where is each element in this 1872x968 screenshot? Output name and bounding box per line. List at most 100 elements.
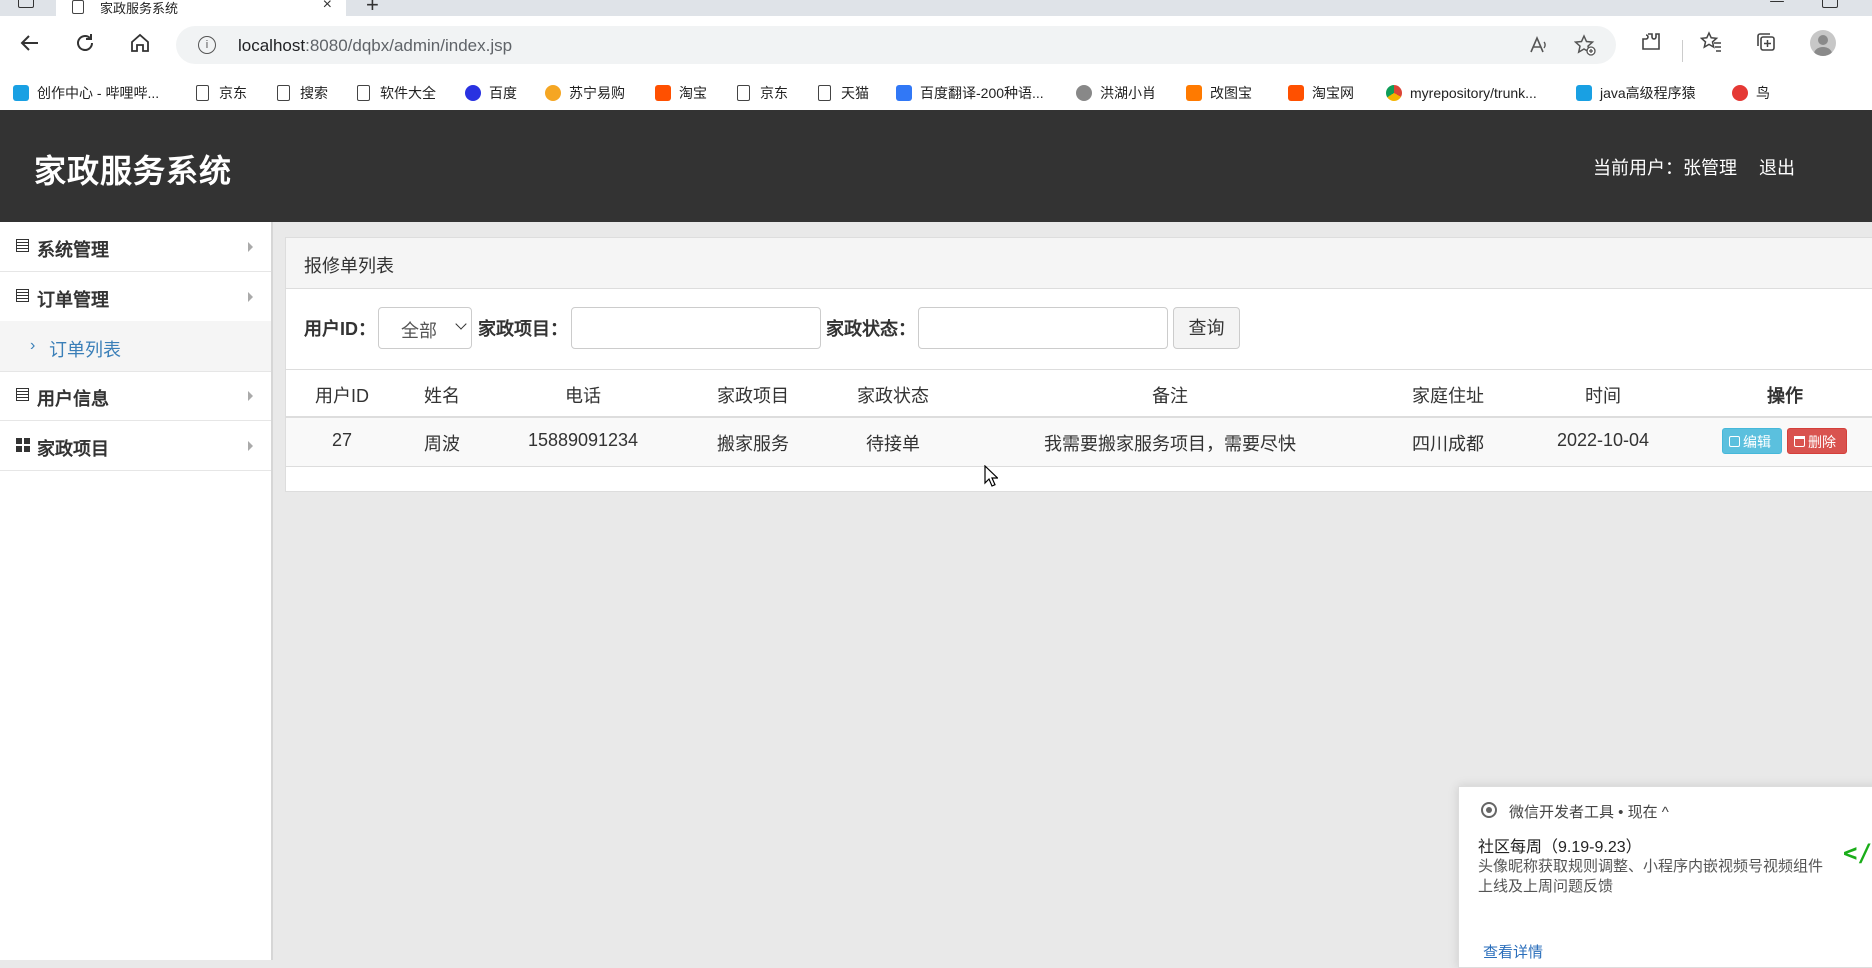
app-title: 家政服务系统 bbox=[34, 153, 233, 189]
page-icon bbox=[737, 85, 750, 101]
bookmark-item[interactable]: myrepository/trunk... bbox=[1386, 84, 1537, 102]
page-favicon-icon bbox=[72, 0, 84, 14]
back-icon[interactable] bbox=[16, 29, 44, 57]
bilibili-icon bbox=[13, 85, 29, 101]
caret-right-icon bbox=[248, 441, 253, 451]
cell-status: 待接单 bbox=[866, 434, 920, 454]
sidebar-subitem-order-list[interactable]: › 订单列表 bbox=[0, 321, 271, 372]
edit-button[interactable]: 编辑 bbox=[1722, 428, 1782, 454]
cell-remark: 我需要搬家服务项目，需要尽快 bbox=[1044, 434, 1296, 454]
column-header: 用户ID bbox=[315, 386, 369, 406]
project-input[interactable] bbox=[571, 307, 821, 349]
bookmark-item[interactable]: 苏宁易购 bbox=[545, 84, 625, 102]
caret-right-icon bbox=[248, 242, 253, 252]
home-icon[interactable] bbox=[126, 29, 154, 57]
caret-right-icon bbox=[248, 391, 253, 401]
sidebar-item-orders[interactable]: 订单管理 bbox=[0, 272, 271, 322]
bird-icon bbox=[1076, 85, 1092, 101]
bookmark-item[interactable]: 天猫 bbox=[818, 84, 869, 102]
page-icon bbox=[277, 85, 290, 101]
new-tab-icon[interactable]: + bbox=[366, 0, 379, 16]
profile-avatar-icon[interactable] bbox=[1810, 30, 1836, 56]
extensions-icon[interactable] bbox=[1640, 31, 1662, 53]
filter-form: 用户ID： 全部 家政项目： 家政状态： 查询 bbox=[286, 289, 1872, 370]
bookmark-item[interactable]: 洪湖小肖 bbox=[1076, 84, 1156, 102]
column-header: 家政状态 bbox=[857, 386, 929, 406]
reload-icon[interactable] bbox=[71, 29, 99, 57]
status-input[interactable] bbox=[918, 307, 1168, 349]
chevron-right-icon: › bbox=[30, 337, 36, 354]
browser-toolbar: i localhost:8080/dqbx/admin/index.jsp bbox=[0, 16, 1872, 74]
read-aloud-icon[interactable] bbox=[1528, 34, 1550, 56]
bookmark-item[interactable]: 京东 bbox=[196, 84, 247, 102]
delete-button-label: 删除 bbox=[1808, 434, 1836, 450]
add-favorite-icon[interactable] bbox=[1574, 34, 1596, 56]
collections-icon[interactable] bbox=[1755, 31, 1777, 53]
trash-icon bbox=[1794, 436, 1805, 447]
bookmarks-bar: 创作中心 - 哔哩哔... 京东 搜索 软件大全 百度 苏宁易购 淘宝 京东 天… bbox=[0, 74, 1872, 111]
view-details-link[interactable]: 查看详情 bbox=[1483, 941, 1543, 962]
bookmark-item[interactable]: 软件大全 bbox=[357, 84, 436, 102]
url-text[interactable]: localhost:8080/dqbx/admin/index.jsp bbox=[238, 36, 512, 56]
project-label: 家政项目： bbox=[478, 319, 568, 339]
mouse-pointer-icon bbox=[984, 464, 999, 492]
bookmark-item[interactable]: 淘宝网 bbox=[1288, 84, 1354, 102]
sidebar: 系统管理 订单管理 › 订单列表 用户信息 家政项目 bbox=[0, 222, 273, 960]
baidu-icon bbox=[465, 85, 481, 101]
edit-icon bbox=[1729, 436, 1740, 447]
bookmark-item[interactable]: 百度翻译-200种语... bbox=[896, 84, 1044, 102]
toolbar-divider bbox=[1682, 40, 1683, 62]
column-header: 时间 bbox=[1585, 386, 1621, 406]
current-user-label: 当前用户：张管理 bbox=[1593, 158, 1737, 178]
restore-icon[interactable] bbox=[1822, 0, 1838, 8]
bookmark-item[interactable]: 搜索 bbox=[277, 84, 328, 102]
sidebar-item-projects[interactable]: 家政项目 bbox=[0, 421, 271, 471]
user-id-select-value: 全部 bbox=[401, 321, 437, 341]
notification-toast[interactable]: 微信开发者工具 • 现在 ^ 社区每周（9.19-9.23） 头像昵称获取规则调… bbox=[1458, 786, 1872, 968]
cell-user-id: 27 bbox=[331, 430, 353, 450]
cell-phone: 15889091234 bbox=[527, 430, 639, 450]
tab-actions-icon[interactable] bbox=[18, 0, 34, 8]
minimize-icon[interactable] bbox=[1770, 1, 1784, 2]
list-icon bbox=[16, 239, 29, 252]
chrome-icon bbox=[1481, 802, 1497, 818]
column-header: 家庭住址 bbox=[1412, 386, 1484, 406]
taobao-icon bbox=[655, 85, 671, 101]
bookmark-item[interactable]: java高级程序猿 bbox=[1576, 84, 1696, 102]
caret-right-icon bbox=[248, 292, 253, 302]
bookmark-item[interactable]: 淘宝 bbox=[655, 84, 707, 102]
bookmark-item[interactable]: 京东 bbox=[737, 84, 788, 102]
query-button[interactable]: 查询 bbox=[1173, 307, 1240, 349]
page-icon bbox=[196, 85, 209, 101]
bookmark-item[interactable]: 百度 bbox=[465, 84, 517, 102]
taobao-icon bbox=[1288, 85, 1304, 101]
cell-project: 搬家服务 bbox=[717, 434, 789, 454]
tab-close-icon[interactable]: × bbox=[323, 0, 332, 14]
sidebar-item-label: 家政项目 bbox=[37, 439, 109, 459]
column-header: 备注 bbox=[1152, 386, 1188, 406]
sidebar-subitem-label: 订单列表 bbox=[49, 340, 121, 360]
sidebar-item-system[interactable]: 系统管理 bbox=[0, 222, 271, 272]
delete-button[interactable]: 删除 bbox=[1787, 428, 1847, 454]
bookmark-item[interactable]: 鸟 bbox=[1732, 84, 1770, 102]
logout-link[interactable]: 退出 bbox=[1759, 154, 1795, 180]
bird-icon bbox=[1732, 85, 1748, 101]
column-header: 姓名 bbox=[424, 386, 460, 406]
favorites-icon[interactable] bbox=[1700, 31, 1722, 53]
browser-tab[interactable]: 家政服务系统 × bbox=[56, 0, 346, 16]
user-id-label: 用户ID： bbox=[304, 319, 376, 339]
notification-source: 微信开发者工具 • 现在 ^ bbox=[1509, 804, 1669, 821]
bookmark-item[interactable]: 创作中心 - 哔哩哔... bbox=[13, 84, 159, 102]
site-info-icon[interactable]: i bbox=[198, 36, 216, 54]
code-icon: </> bbox=[1843, 839, 1872, 867]
table-row: 27 周波 15889091234 搬家服务 待接单 我需要搬家服务项目，需要尽… bbox=[286, 418, 1872, 467]
edit-button-label: 编辑 bbox=[1743, 434, 1771, 450]
repair-order-panel: 报修单列表 用户ID： 全部 家政项目： 家政状态： 查询 用户ID 姓名 电话… bbox=[285, 237, 1872, 492]
gaitubao-icon bbox=[1186, 85, 1202, 101]
sidebar-item-label: 系统管理 bbox=[37, 240, 109, 260]
bilibili-icon bbox=[1576, 85, 1592, 101]
sidebar-item-users[interactable]: 用户信息 bbox=[0, 371, 271, 421]
user-id-select[interactable]: 全部 bbox=[378, 307, 472, 349]
bookmark-item[interactable]: 改图宝 bbox=[1186, 84, 1252, 102]
address-bar[interactable]: i localhost:8080/dqbx/admin/index.jsp bbox=[176, 26, 1616, 64]
